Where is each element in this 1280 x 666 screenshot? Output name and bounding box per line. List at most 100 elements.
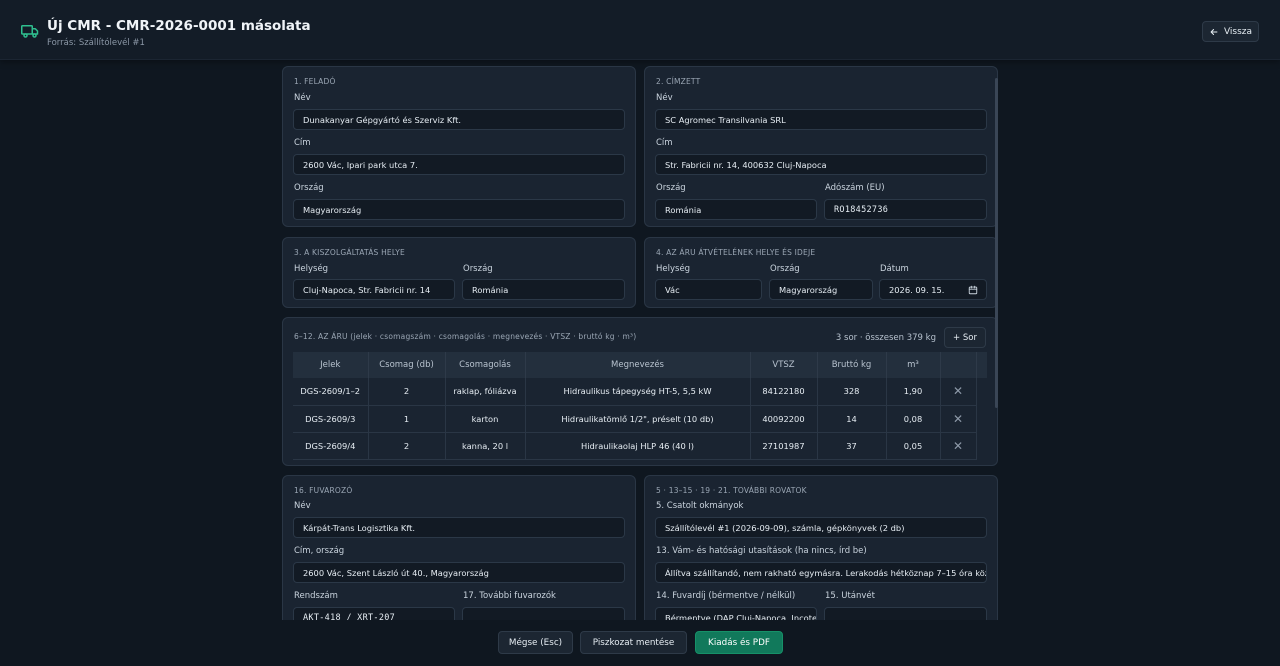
takeover-date-label: Dátum [880, 264, 909, 274]
takeover-country-input[interactable]: Magyarország [769, 279, 873, 300]
customs-instructions-label: 13. Vám- és hatósági utasítások (ha ninc… [656, 546, 867, 556]
cod-label: 15. Utánvét [825, 591, 875, 601]
consignee-name-input[interactable]: SC Agromec Transilvania SRL [655, 109, 987, 130]
cell-hs-code[interactable]: 84122180 [750, 378, 818, 406]
cell-gutter [976, 405, 987, 432]
cell-description[interactable]: Hidraulikaolaj HLP 46 (40 l) [525, 432, 751, 460]
carrier-address-input[interactable]: 2600 Vác, Szent László út 40., Magyarors… [293, 562, 625, 583]
goods-title: 6–12. AZ ÁRU (jelek · csomagszám · csoma… [294, 332, 637, 341]
col-gross-kg: Bruttó kg [817, 352, 887, 378]
takeover-title: 4. AZ ÁRU ÁTVÉTELÉNEK HELYE ÉS IDEJE [656, 248, 816, 257]
col-marks: Jelek [293, 352, 369, 378]
takeover-card: 4. AZ ÁRU ÁTVÉTELÉNEK HELYE ÉS IDEJE Hel… [644, 237, 998, 308]
cell-volume[interactable]: 0,05 [886, 432, 941, 460]
remove-row-icon[interactable]: ✕ [940, 378, 977, 406]
save-draft-button[interactable]: Piszkozat mentése [580, 631, 687, 654]
takeover-city-input[interactable]: Vác [655, 279, 762, 300]
col-packing: Csomagolás [445, 352, 526, 378]
sender-name-label: Név [294, 93, 311, 103]
back-button-label: Vissza [1223, 26, 1253, 37]
consignee-address-label: Cím [656, 138, 673, 148]
consignee-country-label: Ország [656, 183, 686, 193]
calendar-icon[interactable] [968, 285, 978, 295]
carrier-title: 16. FUVAROZÓ [294, 486, 353, 495]
goods-table: Jelek Csomag (db) Csomagolás Megnevezés … [293, 352, 987, 460]
col-actions [940, 352, 977, 378]
sender-country-label: Ország [294, 183, 324, 193]
attached-docs-input[interactable]: Szállítólevél #1 (2026-09-09), számla, g… [655, 517, 987, 538]
add-row-button[interactable]: + Sor [944, 327, 986, 348]
consignee-tax-label: Adószám (EU) [825, 183, 885, 193]
cell-marks[interactable]: DGS-2609/3 [293, 405, 369, 433]
cell-marks[interactable]: DGS-2609/4 [293, 432, 369, 460]
cancel-button[interactable]: Mégse (Esc) [498, 631, 573, 654]
table-row: DGS-2609/4 2 kanna, 20 l Hidraulikaolaj … [293, 432, 987, 460]
cell-gutter [976, 432, 987, 459]
app-header: Új CMR - CMR-2026-0001 másolata Forrás: … [0, 0, 1280, 60]
scrollbar-thumb[interactable] [995, 78, 998, 408]
cell-gutter [976, 378, 987, 405]
delivery-card: 3. A KISZOLGÁLTATÁS HELYE Helység Cluj-N… [282, 237, 636, 308]
other-carriers-label: 17. További fuvarozók [463, 591, 556, 601]
sender-card: 1. FELADÓ Név Dunakanyar Gépgyártó és Sz… [282, 66, 636, 227]
arrow-left-icon [1210, 28, 1218, 35]
consignee-title: 2. CÍMZETT [656, 77, 701, 86]
consignee-country-input[interactable]: Románia [655, 199, 817, 220]
attached-docs-label: 5. Csatolt okmányok [656, 501, 744, 511]
consignee-card: 2. CÍMZETT Név SC Agromec Transilvania S… [644, 66, 998, 227]
cell-description[interactable]: Hidraulikus tápegység HT-5, 5,5 kW [525, 378, 751, 406]
takeover-date-input[interactable]: 2026. 09. 15. [879, 279, 987, 300]
consignee-address-input[interactable]: Str. Fabricii nr. 14, 400632 Cluj-Napoca [655, 154, 987, 175]
freight-label: 14. Fuvardíj (bérmentve / nélkül) [656, 591, 796, 601]
goods-header-row: Jelek Csomag (db) Csomagolás Megnevezés … [293, 352, 987, 378]
table-row: DGS-2609/3 1 karton Hidraulikatömlő 1/2"… [293, 405, 987, 433]
sender-country-input[interactable]: Magyarország [293, 199, 625, 220]
cell-packages[interactable]: 2 [368, 378, 446, 406]
extra-title: 5 · 13–15 · 19 · 21. TOVÁBBI ROVATOK [656, 486, 807, 495]
consignee-tax-input[interactable]: RO18452736 [824, 199, 987, 220]
delivery-country-input[interactable]: Románia [462, 279, 625, 300]
issue-pdf-button[interactable]: Kiadás és PDF [695, 631, 783, 654]
takeover-date-value: 2026. 09. 15. [889, 284, 945, 295]
page-subtitle: Forrás: Szállítólevél #1 [47, 38, 145, 48]
cell-volume[interactable]: 1,90 [886, 378, 941, 406]
extra-card: 5 · 13–15 · 19 · 21. TOVÁBBI ROVATOK 5. … [644, 475, 998, 622]
cell-hs-code[interactable]: 40092200 [750, 405, 818, 433]
sender-name-input[interactable]: Dunakanyar Gépgyártó és Szerviz Kft. [293, 109, 625, 130]
carrier-card: 16. FUVAROZÓ Név Kárpát-Trans Logisztika… [282, 475, 636, 622]
sender-address-input[interactable]: 2600 Vác, Ipari park utca 7. [293, 154, 625, 175]
cell-packages[interactable]: 1 [368, 405, 446, 433]
back-button[interactable]: Vissza [1202, 21, 1259, 42]
table-row: DGS-2609/1–2 2 raklap, fóliázva Hidrauli… [293, 378, 987, 406]
cell-description[interactable]: Hidraulikatömlő 1/2", préselt (10 db) [525, 405, 751, 433]
cell-gross-kg[interactable]: 14 [817, 405, 887, 433]
remove-row-icon[interactable]: ✕ [940, 432, 977, 460]
delivery-title: 3. A KISZOLGÁLTATÁS HELYE [294, 248, 405, 257]
cell-hs-code[interactable]: 27101987 [750, 432, 818, 460]
truck-icon [21, 25, 39, 38]
form-scroll-area[interactable]: 1. FELADÓ Név Dunakanyar Gépgyártó és Sz… [282, 66, 999, 622]
col-packages: Csomag (db) [368, 352, 446, 378]
cell-volume[interactable]: 0,08 [886, 405, 941, 433]
col-volume: m³ [886, 352, 941, 378]
cell-packing[interactable]: kanna, 20 l [445, 432, 526, 460]
sender-title: 1. FELADÓ [294, 77, 336, 86]
cell-gross-kg[interactable]: 37 [817, 432, 887, 460]
sender-address-label: Cím [294, 138, 311, 148]
action-footer: Mégse (Esc) Piszkozat mentése Kiadás és … [0, 620, 1280, 666]
cell-packing[interactable]: karton [445, 405, 526, 433]
page-title: Új CMR - CMR-2026-0001 másolata [47, 18, 311, 34]
delivery-city-label: Helység [294, 264, 329, 274]
delivery-city-input[interactable]: Cluj-Napoca, Str. Fabricii nr. 14 [293, 279, 455, 300]
takeover-country-label: Ország [770, 264, 800, 274]
carrier-name-input[interactable]: Kárpát-Trans Logisztika Kft. [293, 517, 625, 538]
carrier-plate-label: Rendszám [294, 591, 338, 601]
cell-marks[interactable]: DGS-2609/1–2 [293, 378, 369, 406]
cell-gross-kg[interactable]: 328 [817, 378, 887, 406]
remove-row-icon[interactable]: ✕ [940, 405, 977, 433]
cell-packing[interactable]: raklap, fóliázva [445, 378, 526, 406]
goods-card: 6–12. AZ ÁRU (jelek · csomagszám · csoma… [282, 317, 998, 466]
cell-packages[interactable]: 2 [368, 432, 446, 460]
col-hs-code: VTSZ [750, 352, 818, 378]
customs-instructions-input[interactable]: Állítva szállítandó, nem rakható egymásr… [655, 562, 987, 583]
